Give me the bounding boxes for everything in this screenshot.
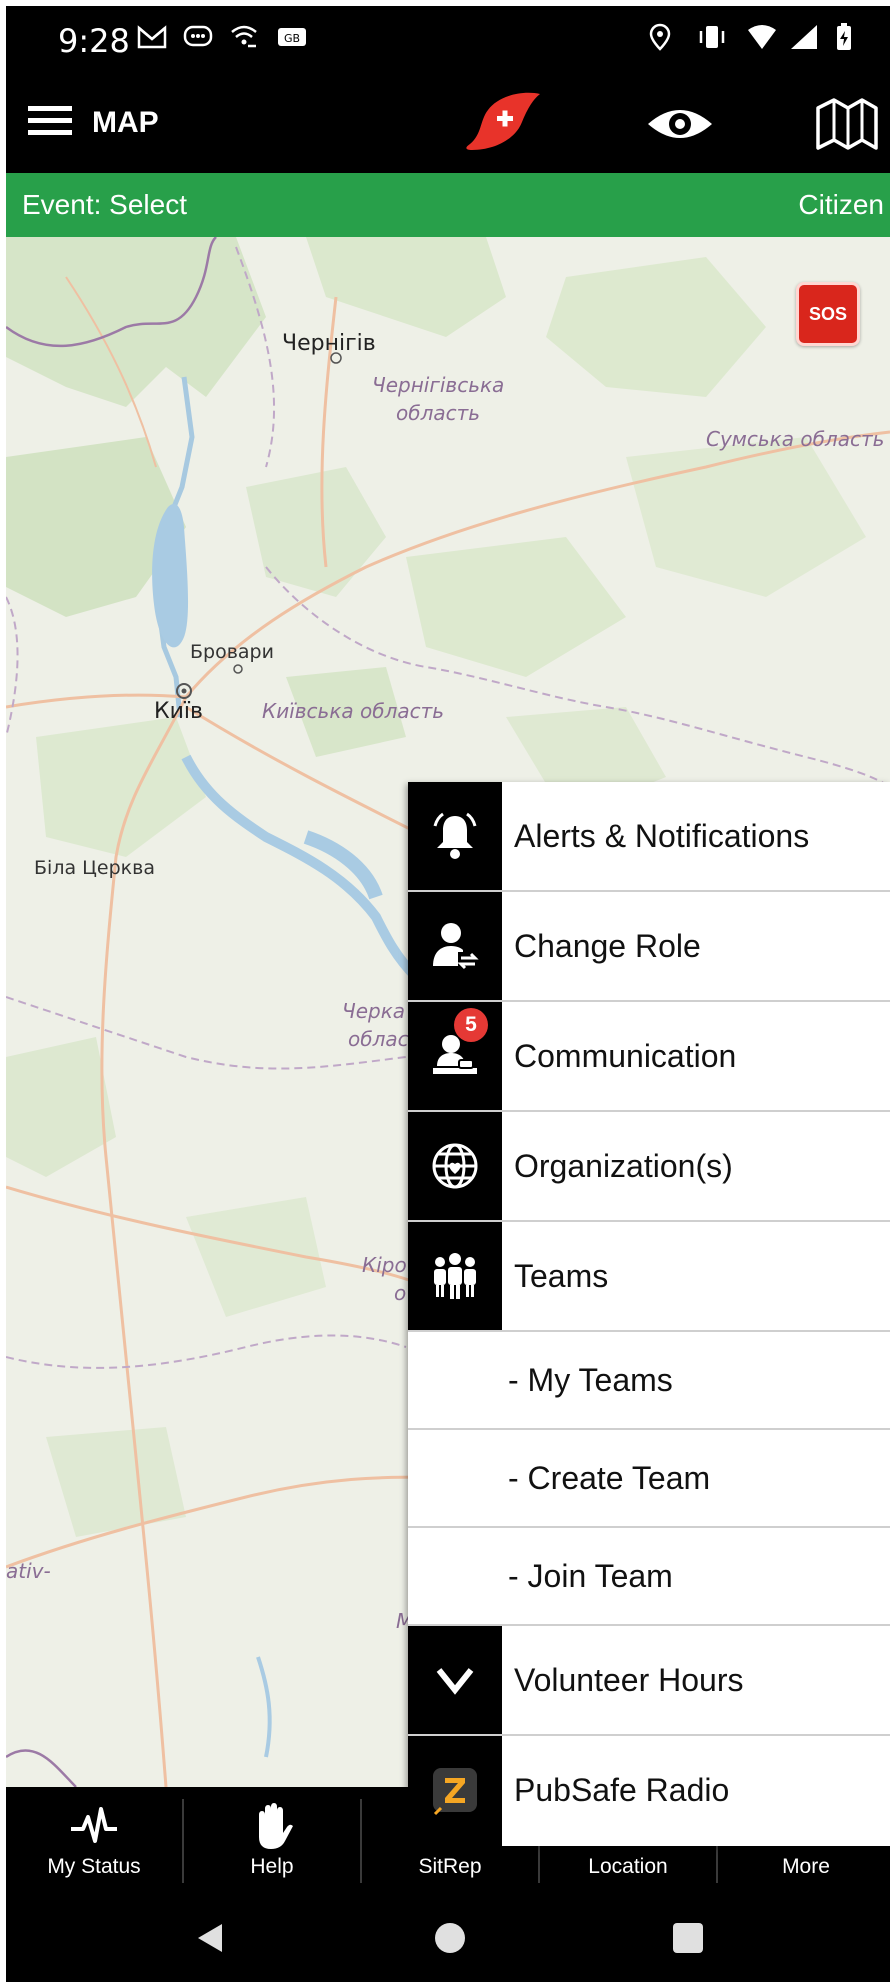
menu-item-join-team[interactable]: - Join Team bbox=[408, 1528, 890, 1626]
page-title: MAP bbox=[92, 106, 159, 139]
menu-item-communication[interactable]: 5 Communication bbox=[408, 1002, 890, 1112]
menu-item-pubsafe-radio[interactable]: PubSafe Radio bbox=[408, 1736, 890, 1846]
menu-item-pubsafe-radio-label: PubSafe Radio bbox=[514, 1772, 730, 1808]
map-icon[interactable] bbox=[814, 96, 880, 152]
menu-item-my-teams[interactable]: - My Teams bbox=[408, 1332, 890, 1430]
card-icon: GB bbox=[276, 22, 308, 52]
nav-my-status-label: My Status bbox=[47, 1855, 141, 1878]
nav-more-label: More bbox=[782, 1855, 830, 1878]
teams-icon bbox=[408, 1222, 502, 1330]
wifi-icon bbox=[746, 22, 778, 52]
home-icon[interactable] bbox=[432, 1920, 468, 1956]
hand-icon bbox=[247, 1801, 297, 1851]
message-icon bbox=[182, 22, 214, 52]
map-label-bila-tserkva: Біла Церква bbox=[34, 857, 155, 879]
menu-item-volunteer-hours-label: Volunteer Hours bbox=[514, 1662, 744, 1698]
system-nav-bar bbox=[6, 1892, 890, 1982]
menu-item-alerts-label: Alerts & Notifications bbox=[514, 818, 810, 854]
menu-item-organizations-label: Organization(s) bbox=[514, 1148, 733, 1184]
change-role-icon bbox=[408, 892, 502, 1000]
role-label[interactable]: Citizen bbox=[798, 189, 884, 221]
app-bar: MAP bbox=[6, 68, 890, 173]
chevron-down-icon bbox=[408, 1626, 502, 1734]
gmail-icon bbox=[136, 22, 168, 52]
map-label-edge: ativ- bbox=[6, 1559, 51, 1583]
eye-icon[interactable] bbox=[646, 102, 714, 146]
menu-item-teams[interactable]: Teams bbox=[408, 1222, 890, 1332]
signal-icon bbox=[788, 22, 820, 52]
menu-item-organizations[interactable]: Organization(s) bbox=[408, 1112, 890, 1222]
map-label-chernihiv: Чернігів bbox=[282, 331, 376, 356]
back-icon[interactable] bbox=[192, 1920, 228, 1956]
menu-item-my-teams-label: - My Teams bbox=[508, 1362, 673, 1398]
hamburger-menu-icon[interactable] bbox=[28, 104, 72, 138]
location-pin-icon bbox=[644, 22, 676, 52]
more-popup-menu: Alerts & Notifications Change Role 5 Com… bbox=[408, 782, 890, 1846]
map-label-brovary: Бровари bbox=[190, 641, 274, 663]
menu-item-create-team[interactable]: - Create Team bbox=[408, 1430, 890, 1528]
map-label-kirovohrad-2: о bbox=[394, 1281, 407, 1305]
recents-icon[interactable] bbox=[670, 1920, 706, 1956]
menu-item-volunteer-hours[interactable]: Volunteer Hours bbox=[408, 1626, 890, 1736]
map-label-cherkasy: Черка bbox=[342, 999, 406, 1023]
menu-item-change-role[interactable]: Change Role bbox=[408, 892, 890, 1002]
menu-item-join-team-label: - Join Team bbox=[508, 1558, 673, 1594]
pulse-icon bbox=[69, 1801, 119, 1851]
phone-screen: 9:28 GB MAP Event: Select Citizen Черніг… bbox=[6, 6, 890, 1982]
map-label-chernihiv-oblast-2: область bbox=[396, 401, 481, 425]
nav-help-label: Help bbox=[250, 1855, 294, 1878]
menu-item-create-team-label: - Create Team bbox=[508, 1460, 711, 1496]
bell-icon bbox=[408, 782, 502, 890]
map-label-chernihiv-oblast: Чернігівська bbox=[372, 373, 505, 397]
nav-location-label: Location bbox=[588, 1855, 668, 1878]
map-label-kyiv-oblast: Київська область bbox=[262, 699, 445, 723]
wifi-call-icon bbox=[228, 22, 260, 52]
map-label-cherkasy-2: облас bbox=[348, 1027, 409, 1051]
communication-icon: 5 bbox=[408, 1002, 502, 1110]
app-logo-icon[interactable] bbox=[462, 90, 546, 152]
event-bar[interactable]: Event: Select Citizen bbox=[6, 173, 890, 237]
menu-item-communication-label: Communication bbox=[514, 1038, 737, 1074]
svg-text:GB: GB bbox=[284, 32, 300, 45]
vibrate-icon bbox=[696, 22, 728, 52]
communication-badge: 5 bbox=[454, 1008, 488, 1042]
status-bar: 9:28 GB bbox=[6, 6, 890, 68]
radio-icon bbox=[408, 1736, 502, 1846]
map-label-kirovohrad: Кіро bbox=[362, 1253, 407, 1277]
map-label-kyiv: Київ bbox=[154, 699, 203, 724]
event-select[interactable]: Event: Select bbox=[22, 189, 187, 221]
menu-item-change-role-label: Change Role bbox=[514, 928, 701, 964]
sos-button[interactable]: SOS bbox=[796, 282, 860, 346]
battery-icon bbox=[828, 22, 860, 52]
nav-sitrep-label: SitRep bbox=[418, 1855, 482, 1878]
nav-my-status[interactable]: My Status bbox=[6, 1787, 182, 1892]
map-label-sumy-oblast: Сумська область bbox=[706, 427, 885, 451]
nav-help[interactable]: Help bbox=[184, 1787, 360, 1892]
menu-item-teams-label: Teams bbox=[514, 1258, 609, 1294]
menu-item-alerts[interactable]: Alerts & Notifications bbox=[408, 782, 890, 892]
status-time: 9:28 bbox=[58, 22, 130, 60]
globe-icon bbox=[408, 1112, 502, 1220]
